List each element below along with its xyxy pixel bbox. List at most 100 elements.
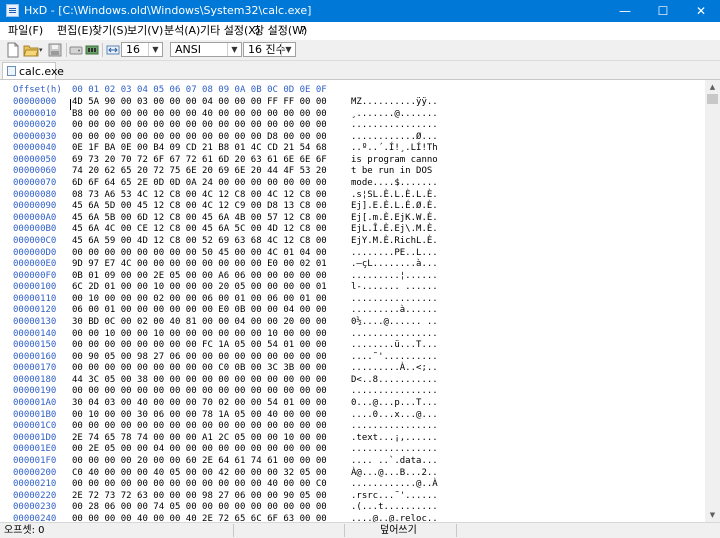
text-row[interactable]: .s¦SL.È.L.È.L.È. <box>351 190 451 202</box>
hex-row[interactable]: 9D 97 E7 4C 00 00 00 00 00 00 00 00 E0 0… <box>72 259 347 271</box>
text-row[interactable]: EjL.Î.È.Ej\.M.È. <box>351 224 451 236</box>
menu-extras[interactable]: 기타 설정(X) <box>200 24 260 38</box>
hex-row[interactable]: 00 00 00 00 00 00 00 00 FC 1A 05 00 54 0… <box>72 340 347 352</box>
text-row[interactable]: 0...@...p...T... <box>351 398 451 410</box>
hex-row[interactable]: 00 28 06 00 00 74 05 00 00 00 00 00 00 0… <box>72 502 347 514</box>
hex-row[interactable]: 69 73 20 70 72 6F 67 72 61 6D 20 63 61 6… <box>72 155 347 167</box>
maximize-button[interactable]: ☐ <box>644 0 682 22</box>
save-icon[interactable] <box>48 42 62 58</box>
hex-row[interactable]: 30 BD 0C 00 02 00 40 81 00 00 04 00 00 2… <box>72 317 347 329</box>
hex-row[interactable]: B8 00 00 00 00 00 00 00 40 00 00 00 00 0… <box>72 109 347 121</box>
text-row[interactable]: is program canno <box>351 155 451 167</box>
scroll-down-icon[interactable]: ▼ <box>705 508 720 522</box>
text-row[interactable]: .rsrc...˜'...... <box>351 491 451 503</box>
text-row[interactable]: t be run in DOS <box>351 166 451 178</box>
hex-row[interactable]: 45 6A 5D 00 45 12 C8 00 4C 12 C9 00 D8 1… <box>72 201 347 213</box>
text-row[interactable]: ............@..À <box>351 479 451 491</box>
hex-column[interactable]: 4D 5A 90 00 03 00 00 00 04 00 00 00 FF F… <box>72 97 347 522</box>
open-folder-icon[interactable] <box>23 42 39 58</box>
hex-row[interactable]: 00 00 00 00 00 00 00 00 00 00 00 00 00 0… <box>72 120 347 132</box>
hex-row[interactable]: C0 40 00 00 00 40 05 00 00 42 00 00 00 3… <box>72 468 347 480</box>
hex-row[interactable]: 6C 2D 01 00 00 10 00 00 00 20 05 00 00 0… <box>72 282 347 294</box>
text-row[interactable]: 0½....@...... .. <box>351 317 451 329</box>
hex-row[interactable]: 00 00 00 00 00 00 00 00 00 00 00 00 00 0… <box>72 421 347 433</box>
text-row[interactable]: .........à...... <box>351 305 451 317</box>
open-dropdown-icon[interactable]: ▾ <box>39 42 45 58</box>
bytes-per-row-select[interactable]: 16 ▼ <box>121 42 163 57</box>
hex-row[interactable]: 00 00 10 00 00 10 00 00 00 00 00 00 10 0… <box>72 329 347 341</box>
text-row[interactable]: MZ..........ÿÿ.. <box>351 97 451 109</box>
text-row[interactable]: ................ <box>351 386 451 398</box>
text-row[interactable]: ........PE..L... <box>351 248 451 260</box>
ram-icon[interactable] <box>85 42 99 58</box>
vertical-scrollbar[interactable]: ▲ ▼ <box>705 80 720 522</box>
menu-search[interactable]: 찾기(S) <box>92 24 128 38</box>
text-row[interactable]: D<..8........... <box>351 375 451 387</box>
hex-row[interactable]: 00 2E 05 00 00 04 00 00 00 00 00 00 00 0… <box>72 444 347 456</box>
hex-row[interactable]: 30 04 03 00 40 00 00 00 70 02 00 00 54 0… <box>72 398 347 410</box>
text-row[interactable]: À@...@...B...2.. <box>351 468 451 480</box>
hex-row[interactable]: 74 20 62 65 20 72 75 6E 20 69 6E 20 44 4… <box>72 166 347 178</box>
text-row[interactable]: ¸.......@....... <box>351 109 451 121</box>
minimize-button[interactable]: — <box>606 0 644 22</box>
hex-row[interactable]: 6D 6F 64 65 2E 0D 0D 0A 24 00 00 00 00 0… <box>72 178 347 190</box>
text-row[interactable]: .text...¡,...... <box>351 433 451 445</box>
hex-row[interactable]: 00 00 00 00 00 00 00 00 00 00 00 00 40 0… <box>72 479 347 491</box>
hex-row[interactable]: 08 73 A6 53 4C 12 C8 00 4C 12 C8 00 4C 1… <box>72 190 347 202</box>
menu-view[interactable]: 보기(V) <box>127 24 163 38</box>
menu-help[interactable]: ? <box>300 24 306 38</box>
close-button[interactable]: ✕ <box>682 0 720 22</box>
menu-file[interactable]: 파일(F) <box>8 24 43 38</box>
text-row[interactable]: ................ <box>351 329 451 341</box>
text-row[interactable]: ..º..´.Í!¸.LÍ!Th <box>351 143 451 155</box>
hex-row[interactable]: 06 00 01 00 00 00 00 00 00 E0 0B 00 00 0… <box>72 305 347 317</box>
hex-row[interactable]: 44 3C 05 00 38 00 00 00 00 00 00 00 00 0… <box>72 375 347 387</box>
hex-row[interactable]: 45 6A 4C 00 CE 12 C8 00 45 6A 5C 00 4D 1… <box>72 224 347 236</box>
text-row[interactable]: ................ <box>351 294 451 306</box>
hex-row[interactable]: 00 00 00 00 00 00 00 00 00 C0 0B 00 3C 3… <box>72 363 347 375</box>
menu-analysis[interactable]: 분석(A) <box>164 24 200 38</box>
hex-row[interactable]: 4D 5A 90 00 03 00 00 00 04 00 00 00 FF F… <box>72 97 347 109</box>
hex-row[interactable]: 0B 01 09 00 00 2E 05 00 00 A6 06 00 00 0… <box>72 271 347 283</box>
hex-row[interactable]: 0E 1F BA 0E 00 B4 09 CD 21 B8 01 4C CD 2… <box>72 143 347 155</box>
text-row[interactable]: ................ <box>351 120 451 132</box>
hex-row[interactable]: 00 10 00 00 30 06 00 00 78 1A 05 00 40 0… <box>72 410 347 422</box>
scroll-thumb[interactable] <box>707 94 718 104</box>
text-row[interactable]: .........¦...... <box>351 271 451 283</box>
hex-row[interactable]: 00 90 05 00 98 27 06 00 00 00 00 00 00 0… <box>72 352 347 364</box>
hex-row[interactable]: 00 00 00 00 20 00 00 60 2E 64 61 74 61 0… <box>72 456 347 468</box>
disk-icon[interactable] <box>69 42 83 58</box>
text-row[interactable]: ....@..@.reloc.. <box>351 514 451 522</box>
charset-select[interactable]: ANSI ▼ <box>170 42 242 57</box>
text-row[interactable]: ....0...x...@... <box>351 410 451 422</box>
text-row[interactable]: mode....$....... <box>351 178 451 190</box>
new-file-icon[interactable] <box>6 42 20 58</box>
hex-row[interactable]: 00 00 00 00 00 00 00 00 00 00 00 00 D8 0… <box>72 132 347 144</box>
text-row[interactable]: ....˜'.......... <box>351 352 451 364</box>
scroll-up-icon[interactable]: ▲ <box>705 80 720 94</box>
text-row[interactable]: EjY.M.È.RichL.È. <box>351 236 451 248</box>
hex-row[interactable]: 00 00 00 00 00 00 00 00 00 00 00 00 00 0… <box>72 386 347 398</box>
hex-row[interactable]: 2E 74 65 78 74 00 00 00 A1 2C 05 00 00 1… <box>72 433 347 445</box>
text-row[interactable]: .... ..`.data... <box>351 456 451 468</box>
hex-row[interactable]: 00 00 00 00 00 00 00 00 50 45 00 00 4C 0… <box>72 248 347 260</box>
tab-calc-exe[interactable]: calc.exe <box>2 62 64 79</box>
hex-row[interactable]: 00 00 00 00 40 00 00 40 2E 72 65 6C 6F 6… <box>72 514 347 522</box>
hex-row[interactable]: 45 6A 59 00 4D 12 C8 00 52 69 63 68 4C 1… <box>72 236 347 248</box>
text-row[interactable]: Ej[.m.È.EjK.W.È. <box>351 213 451 225</box>
hex-row[interactable]: 2E 72 73 72 63 00 00 00 98 27 06 00 00 9… <box>72 491 347 503</box>
text-row[interactable]: ............Ø... <box>351 132 451 144</box>
text-column[interactable]: MZ..........ÿÿ.. ¸.......@...............… <box>351 97 451 522</box>
text-row[interactable]: .........À..<;.. <box>351 363 451 375</box>
hex-row[interactable]: 00 10 00 00 00 02 00 00 06 00 01 00 06 0… <box>72 294 347 306</box>
hex-row[interactable]: 45 6A 5B 00 6D 12 C8 00 45 6A 4B 00 57 1… <box>72 213 347 225</box>
text-row[interactable]: ................ <box>351 421 451 433</box>
text-row[interactable]: l-....... ...... <box>351 282 451 294</box>
hex-editor[interactable]: Offset(h) 00 01 02 03 04 05 06 07 08 09 … <box>0 80 705 522</box>
text-row[interactable]: ........ü...T... <box>351 340 451 352</box>
text-row[interactable]: Ej].E.È.L.É.Ø.È. <box>351 201 451 213</box>
text-row[interactable]: .—çL........à... <box>351 259 451 271</box>
text-row[interactable]: ................ <box>351 444 451 456</box>
menu-edit[interactable]: 편집(E) <box>57 24 93 38</box>
offset-base-select[interactable]: 16 진수 ▼ <box>243 42 296 57</box>
